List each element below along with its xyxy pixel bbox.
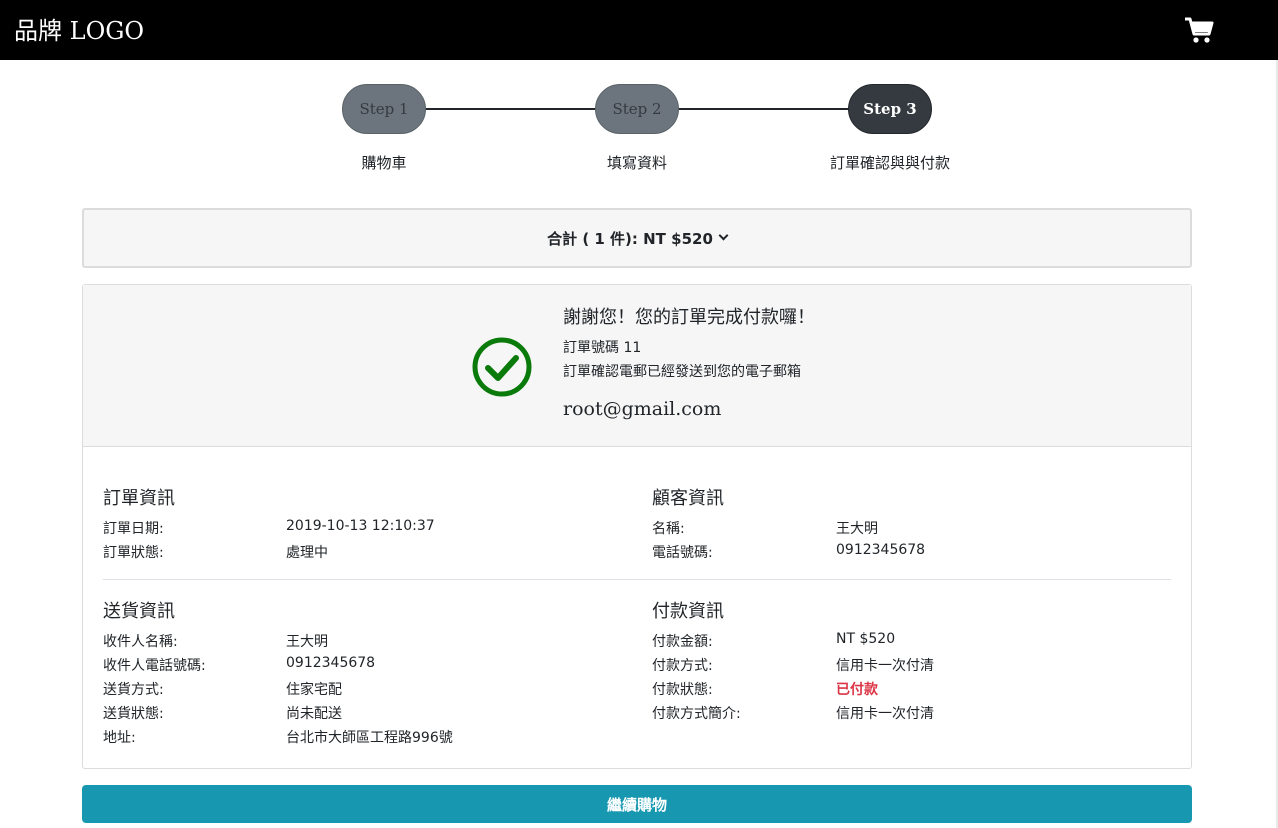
thank-you-message: 謝謝您！您的訂單完成付款囉！ — [563, 307, 815, 328]
recipient-phone-label: 收件人電話號碼: — [103, 658, 206, 674]
delivery-status-label: 送貨狀態: — [103, 706, 164, 722]
recipient-name-label: 收件人名稱: — [103, 634, 178, 650]
step-1-badge: Step 1 — [342, 84, 426, 134]
order-total-text: 合計 ( 1 件): NT $520 — [547, 229, 713, 248]
top-navbar: 品牌 LOGO — [0, 0, 1278, 60]
address-value: 台北市大師區工程路996號 — [286, 730, 453, 746]
delivery-method-label: 送貨方式: — [103, 682, 164, 698]
customer-info-title: 顧客資訊 — [652, 488, 724, 509]
order-date-value: 2019-10-13 12:10:37 — [286, 518, 435, 534]
payment-method-label: 付款方式: — [652, 658, 713, 674]
payment-status-value: 已付款 — [836, 682, 878, 698]
payment-description-label: 付款方式簡介: — [652, 706, 741, 722]
order-info-title: 訂單資訊 — [103, 488, 175, 509]
email-sent-notice: 訂單確認電郵已經發送到您的電子郵箱 — [563, 364, 801, 380]
order-status-value: 處理中 — [286, 545, 328, 561]
payment-description-value: 信用卡一次付清 — [836, 706, 934, 722]
confirmation-header: 謝謝您！您的訂單完成付款囉！ 訂單號碼 11 訂單確認電郵已經發送到您的電子郵箱… — [83, 285, 1191, 447]
recipient-phone-value: 0912345678 — [286, 655, 376, 671]
shopping-cart-icon[interactable] — [1184, 16, 1214, 44]
customer-phone-label: 電話號碼: — [652, 545, 713, 561]
step-1-label: 購物車 — [361, 154, 407, 172]
step-connector — [424, 108, 596, 110]
section-divider — [103, 579, 1171, 580]
chevron-down-icon — [718, 230, 729, 240]
order-date-label: 訂單日期: — [103, 521, 164, 537]
customer-name-label: 名稱: — [652, 521, 685, 537]
order-total-toggle[interactable]: 合計 ( 1 件): NT $520 — [82, 208, 1192, 268]
order-confirmation-card: 謝謝您！您的訂單完成付款囉！ 訂單號碼 11 訂單確認電郵已經發送到您的電子郵箱… — [82, 284, 1192, 769]
brand-logo[interactable]: 品牌 LOGO — [14, 14, 144, 48]
payment-status-label: 付款狀態: — [652, 682, 713, 698]
shipping-info-title: 送貨資訊 — [103, 601, 175, 622]
step-2-badge: Step 2 — [595, 84, 679, 134]
payment-amount-label: 付款金額: — [652, 634, 713, 650]
check-circle-icon — [471, 336, 533, 398]
delivery-status-value: 尚未配送 — [286, 706, 342, 722]
customer-email: root@gmail.com — [563, 398, 722, 420]
step-2-label: 填寫資料 — [606, 154, 667, 172]
customer-phone-value: 0912345678 — [836, 542, 926, 558]
continue-shopping-button[interactable]: 繼續購物 — [82, 785, 1192, 823]
delivery-method-value: 住家宅配 — [286, 682, 342, 698]
step-3-badge: Step 3 — [848, 84, 932, 134]
address-label: 地址: — [103, 730, 136, 746]
step-3-label: 訂單確認與與付款 — [829, 154, 950, 172]
customer-name-value: 王大明 — [836, 521, 878, 537]
payment-info-title: 付款資訊 — [652, 601, 724, 622]
step-connector — [678, 108, 850, 110]
order-status-label: 訂單狀態: — [103, 545, 164, 561]
payment-amount-value: NT $520 — [836, 631, 896, 647]
recipient-name-value: 王大明 — [286, 634, 328, 650]
payment-method-value: 信用卡一次付清 — [836, 658, 934, 674]
order-number: 訂單號碼 11 — [563, 340, 642, 356]
